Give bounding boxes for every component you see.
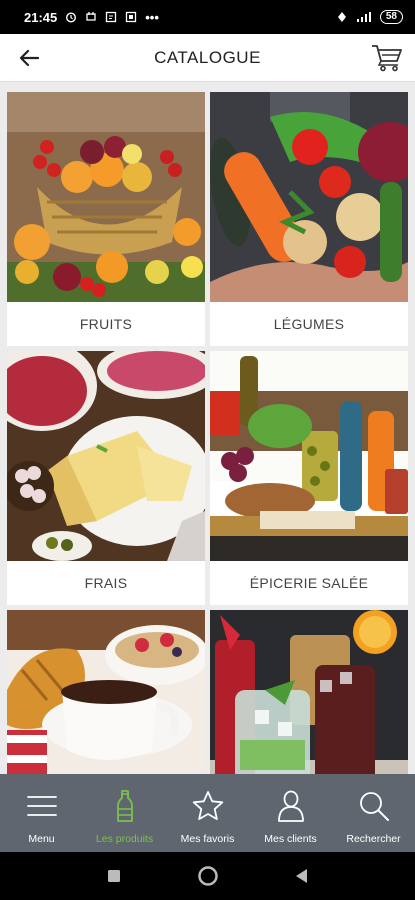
recents-button[interactable]	[102, 864, 126, 888]
category-grid: FRUITS LÉGUMES FRAIS ÉPICERIE SALÉE	[0, 82, 415, 774]
savory-grocery-image	[210, 351, 408, 561]
page-title: CATALOGUE	[154, 47, 261, 67]
more-notifications: •••	[145, 9, 159, 25]
nav-label: Rechercher	[346, 833, 401, 845]
menu-icon	[26, 796, 57, 816]
user-icon	[277, 790, 304, 822]
category-label: FRUITS	[7, 302, 205, 346]
battery-indicator: 58	[379, 10, 403, 24]
status-bar: 21:45 ••• 58	[0, 0, 415, 34]
triangle-back-icon	[295, 869, 307, 883]
app-notification-icon	[126, 11, 137, 23]
system-back-button[interactable]	[290, 864, 314, 888]
alarm-icon	[66, 12, 77, 23]
nav-item-menu[interactable]: Menu	[0, 774, 83, 852]
category-card-fruits[interactable]: FRUITS	[7, 92, 205, 346]
back-button[interactable]	[14, 44, 44, 72]
system-navigation-bar	[0, 852, 415, 900]
category-card-epicerie-salee[interactable]: ÉPICERIE SALÉE	[210, 351, 408, 605]
nav-label: Mes clients	[264, 833, 317, 845]
category-card-frais[interactable]: FRAIS	[7, 351, 205, 605]
category-label: FRAIS	[7, 561, 205, 605]
nav-label: Les produits	[95, 833, 154, 845]
fresh-products-image	[7, 351, 205, 561]
breakfast-image	[7, 610, 205, 774]
nav-item-favorites[interactable]: Mes favoris	[166, 774, 249, 852]
cart-button[interactable]	[369, 42, 405, 74]
status-time: 21:45	[24, 9, 58, 25]
square-icon	[107, 870, 120, 882]
fruits-image	[7, 92, 205, 302]
vibrate-icon	[337, 12, 346, 22]
vegetables-image	[210, 92, 408, 302]
search-icon	[359, 792, 389, 821]
message-icon	[106, 11, 117, 23]
drinks-image	[210, 610, 408, 774]
star-icon	[192, 791, 223, 820]
nav-label: Menu	[28, 833, 55, 845]
notification-icon	[86, 12, 96, 21]
category-card-epicerie-sucree[interactable]	[7, 610, 205, 774]
category-label: ÉPICERIE SALÉE	[210, 561, 408, 605]
arrow-left-icon	[19, 49, 39, 67]
circle-icon	[197, 866, 218, 886]
category-card-legumes[interactable]: LÉGUMES	[210, 92, 408, 346]
home-button[interactable]	[196, 864, 220, 888]
nav-item-clients[interactable]: Mes clients	[249, 774, 332, 852]
bottle-icon	[116, 790, 133, 822]
nav-item-products[interactable]: Les produits	[83, 774, 166, 852]
app-header: CATALOGUE	[0, 34, 415, 82]
category-card-boissons[interactable]	[210, 610, 408, 774]
nav-label: Mes favoris	[180, 833, 235, 845]
signal-icon	[356, 12, 371, 22]
app-screen: 21:45 ••• 58 CATALOGUE FRUITS LÉGUMES FR…	[0, 0, 415, 900]
nav-item-search[interactable]: Rechercher	[332, 774, 415, 852]
bottom-navigation: Menu Les produits Mes favoris Mes client…	[0, 774, 415, 852]
shopping-cart-icon	[372, 45, 402, 72]
category-label: LÉGUMES	[210, 302, 408, 346]
